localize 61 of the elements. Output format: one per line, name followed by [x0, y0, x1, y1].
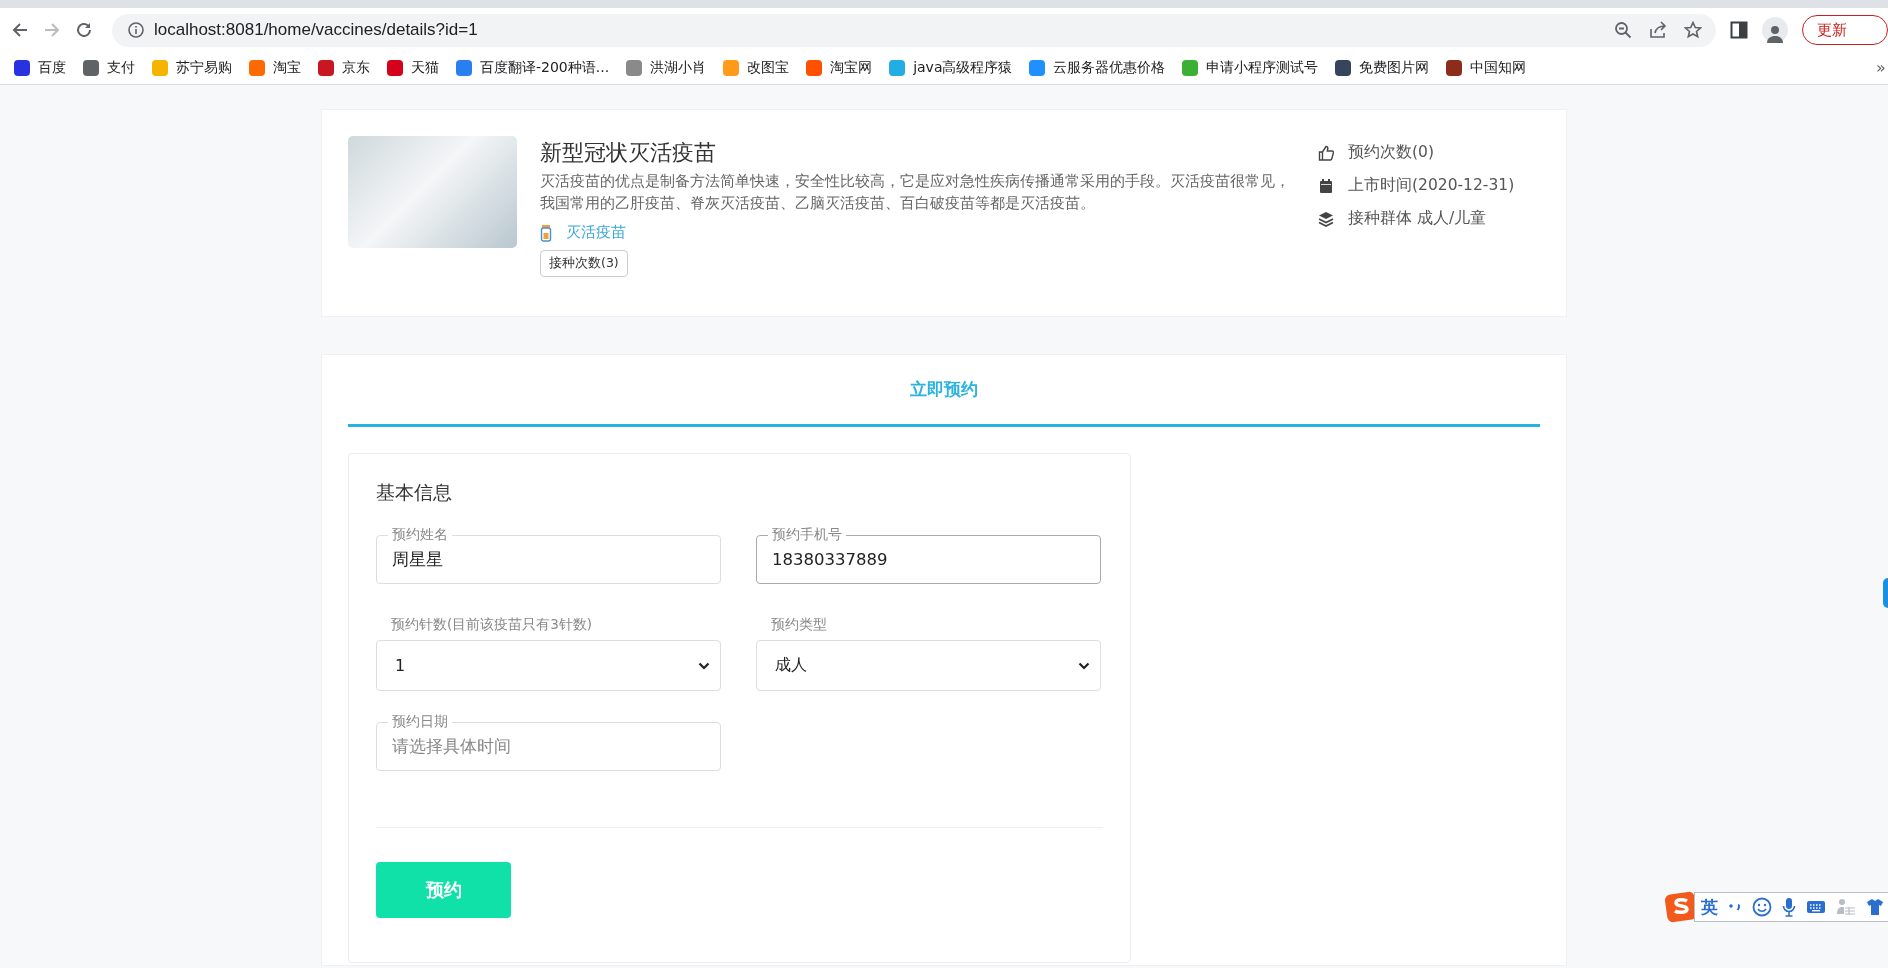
text-field[interactable]: 预约姓名 周星星	[376, 526, 721, 584]
bookmark[interactable]: 天猫	[387, 59, 439, 77]
bookmark[interactable]: 百度翻译-200种语...	[456, 59, 610, 77]
bookmark[interactable]: 淘宝网	[806, 59, 873, 77]
input-field[interactable]: 18380337889	[772, 544, 1085, 569]
person-icon	[1765, 23, 1785, 43]
bookmark[interactable]: java高级程序猿	[889, 59, 1013, 77]
info-icon[interactable]	[128, 22, 144, 38]
forward-arrow-icon	[43, 21, 61, 39]
field-label: 预约姓名	[391, 526, 449, 544]
bookmark[interactable]: 百度	[14, 59, 66, 77]
bookmark[interactable]: 申请小程序测试号	[1182, 59, 1319, 77]
side-tab[interactable]	[1883, 578, 1888, 608]
field-label: 预约手机号	[771, 526, 843, 544]
bookmark[interactable]: 云服务器优惠价格	[1029, 59, 1166, 77]
zoom-out-icon[interactable]	[1614, 21, 1632, 39]
bookmark[interactable]: 京东	[318, 59, 370, 77]
avatar[interactable]	[1762, 17, 1788, 43]
vial-icon	[540, 223, 552, 242]
bookmark[interactable]: 洪湖小肖	[626, 59, 707, 77]
bookmark[interactable]: 支付	[83, 59, 135, 77]
dropdown[interactable]: 成人	[756, 640, 1101, 691]
vaccine-name: 新型冠状灭活疫苗	[540, 139, 717, 167]
address-bar[interactable]: localhost:8081/home/vaccines/details?id=1	[112, 13, 1716, 47]
field-label: 预约针数(目前该疫苗只有3针数)	[391, 616, 594, 634]
bookmark[interactable]: 免费图片网	[1335, 59, 1430, 77]
back-arrow-icon	[11, 21, 29, 39]
stat-text: 上市时间(2020-12-31)	[1348, 175, 1515, 196]
input-field[interactable]: 周星星	[392, 544, 705, 569]
bookmark[interactable]: 改图宝	[723, 59, 790, 77]
field-label: 预约类型	[771, 616, 828, 634]
bookmark[interactable]: 苏宁易购	[152, 59, 232, 77]
stat-text: 预约次数(0)	[1348, 142, 1434, 163]
reload-icon	[75, 21, 93, 39]
layers-icon	[1318, 210, 1334, 227]
share-icon[interactable]	[1649, 21, 1667, 39]
sidebar-icon[interactable]	[1730, 21, 1748, 39]
shirt-icon[interactable]	[1866, 898, 1884, 916]
field-label: 预约日期	[391, 713, 449, 731]
text-field[interactable]: 预约日期 请选择具体时间	[376, 713, 721, 771]
bookmark[interactable]: 淘宝	[249, 59, 301, 77]
chevron-down-icon	[1078, 661, 1090, 670]
smiley-icon[interactable]	[1752, 897, 1772, 917]
thumbs-up-icon	[1318, 144, 1334, 161]
stat-text: 接种群体 成人/儿童	[1348, 208, 1487, 229]
dropdown[interactable]: 1	[376, 640, 721, 691]
input-field[interactable]: 请选择具体时间	[392, 731, 705, 756]
vaccine-description: 灭活疫苗的优点是制备方法简单快速，安全性比较高，它是应对急性疾病传播通常采用的手段。灭活疫苗很常见，我国常用的乙肝疫苗、脊灰灭活疫苗、乙脑灭活疫苗、百白破疫苗等都是灭活疫苗。	[540, 171, 1291, 214]
bookmark[interactable]: 中国知网	[1446, 59, 1527, 77]
microphone-icon[interactable]	[1782, 897, 1796, 917]
chevron-down-icon	[698, 661, 710, 670]
dose-count-tag: 接种次数(3)	[540, 250, 628, 277]
section-title: 基本信息	[376, 480, 453, 505]
keyboard-icon[interactable]	[1806, 900, 1826, 914]
update-button[interactable]: 更新	[1802, 15, 1888, 45]
url-text: localhost:8081/home/vaccines/details?id=1	[154, 20, 479, 40]
overflow-chevron[interactable]: »	[1876, 58, 1888, 77]
text-field[interactable]: 预约手机号 18380337889	[756, 526, 1101, 584]
star-icon[interactable]	[1684, 21, 1702, 39]
calendar-icon	[1318, 177, 1334, 194]
ime-mode-toggle[interactable]: 英	[1701, 895, 1718, 919]
